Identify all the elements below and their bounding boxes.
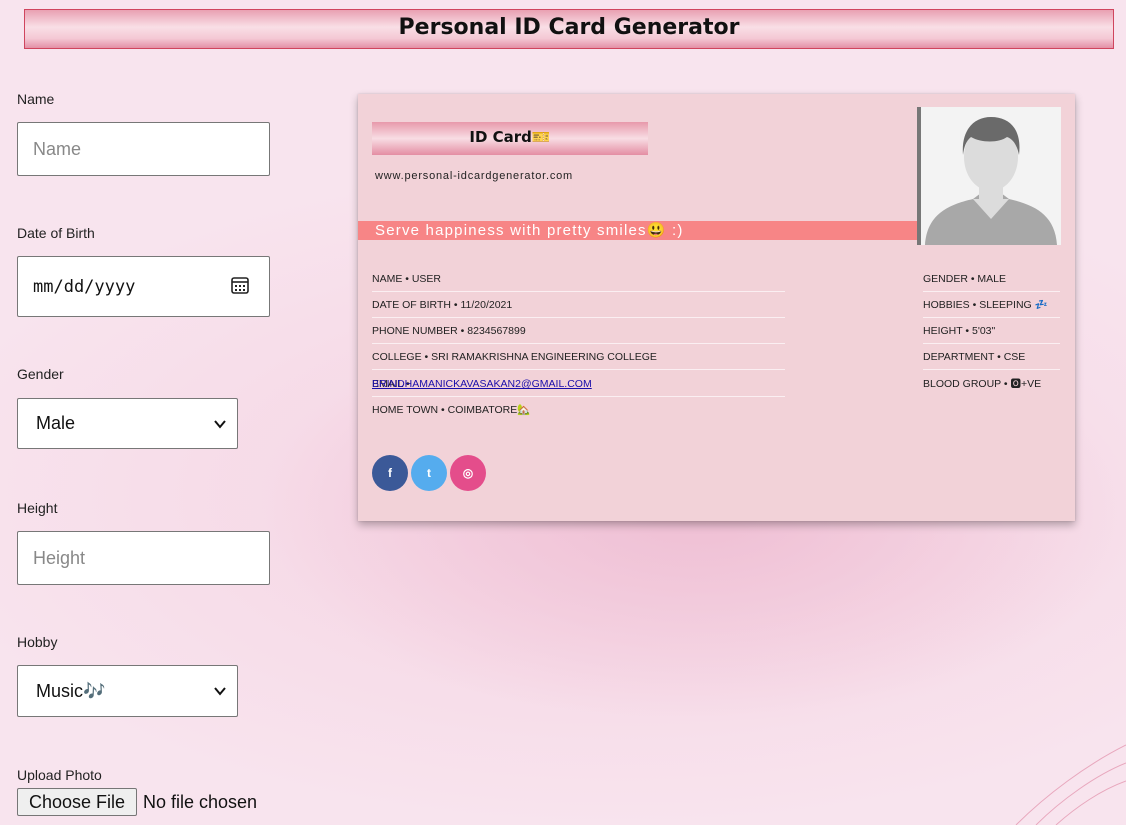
info-dob: DATE OF BIRTH • 11/20/2021: [372, 299, 513, 311]
page-title: Personal ID Card Generator: [398, 15, 740, 40]
card-tagline: Serve happiness with pretty smiles😃 :): [358, 221, 917, 240]
info-row-dob: DATE OF BIRTH • 11/20/2021: [372, 292, 785, 318]
instagram-icon[interactable]: ◎: [450, 455, 486, 491]
info-row-height: HEIGHT • 5'03": [923, 318, 1060, 344]
info-name: NAME • USER: [372, 273, 442, 285]
height-placeholder: Height: [33, 547, 86, 568]
info-hobbies: HOBBIES • SLEEPING 💤: [923, 299, 1048, 311]
dob-value: mm/dd/yyyy: [33, 276, 136, 297]
gender-label: Gender: [17, 366, 64, 382]
info-height: HEIGHT • 5'03": [923, 325, 996, 337]
info-row-gender: GENDER • MALE: [923, 266, 1060, 292]
chevron-down-icon: [214, 419, 226, 429]
card-website: www.personal-idcardgenerator.com: [375, 170, 574, 182]
dob-label: Date of Birth: [17, 225, 95, 241]
chevron-down-icon: [214, 687, 226, 696]
card-title: ID Card🎫: [372, 122, 648, 155]
choose-file-button[interactable]: Choose File: [17, 788, 137, 816]
info-college: COLLEGE • SRI RAMAKRISHNA ENGINEERING CO…: [372, 351, 657, 363]
hobby-label: Hobby: [17, 634, 58, 650]
info-row-email: EMAIL • BRINDHAMANICKAVASAKAN2@GMAIL.COM: [372, 371, 785, 397]
name-label: Name: [17, 91, 55, 107]
height-label: Height: [17, 500, 58, 516]
page-header: Personal ID Card Generator: [24, 9, 1114, 49]
info-row-name: NAME • USER: [372, 266, 785, 292]
gender-value: Male: [36, 413, 76, 433]
twitter-icon[interactable]: t: [411, 455, 447, 491]
info-row-hobbies: HOBBIES • SLEEPING 💤: [923, 292, 1060, 318]
name-placeholder: Name: [33, 138, 82, 159]
info-row-college: COLLEGE • SRI RAMAKRISHNA ENGINEERING CO…: [372, 344, 785, 370]
dob-input[interactable]: mm/dd/yyyy: [17, 256, 270, 317]
info-hometown: HOME TOWN • COIMBATORE🏡: [372, 404, 531, 416]
avatar-placeholder-icon: [921, 107, 1061, 245]
info-phone: PHONE NUMBER • 8234567899: [372, 325, 526, 337]
info-blood-group: BLOOD GROUP • 🅾+VE: [923, 378, 1042, 390]
upload-label: Upload Photo: [17, 767, 102, 783]
info-row-blood-group: BLOOD GROUP • 🅾+VE: [923, 371, 1060, 397]
decorative-swoosh: [1015, 744, 1126, 825]
info-gender: GENDER • MALE: [923, 273, 1007, 285]
info-row-phone: PHONE NUMBER • 8234567899: [372, 318, 785, 344]
name-input[interactable]: Name: [17, 122, 270, 176]
info-row-hometown: HOME TOWN • COIMBATORE🏡: [372, 397, 785, 423]
file-status: No file chosen: [143, 792, 258, 812]
info-department: DEPARTMENT • CSE: [923, 351, 1026, 363]
hobby-select[interactable]: Music🎶: [17, 665, 238, 717]
profile-photo: [921, 107, 1061, 245]
facebook-icon[interactable]: f: [372, 455, 408, 491]
hobby-value: Music🎶: [36, 680, 106, 701]
info-row-department: DEPARTMENT • CSE: [923, 344, 1060, 370]
calendar-icon[interactable]: [231, 276, 249, 294]
height-input[interactable]: Height: [17, 531, 270, 585]
gender-select[interactable]: Male: [17, 398, 238, 449]
email-link[interactable]: BRINDHAMANICKAVASAKAN2@GMAIL.COM: [372, 371, 592, 397]
id-card: ID Card🎫 www.personal-idcardgenerator.co…: [358, 94, 1075, 521]
